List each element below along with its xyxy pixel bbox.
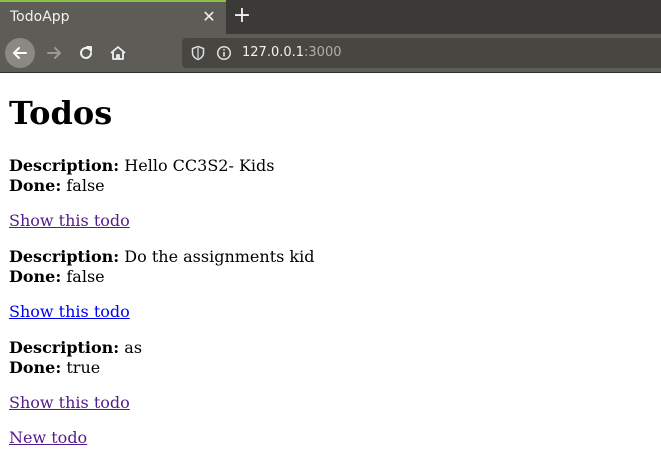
navigation-bar: 127.0.0.1:3000: [0, 34, 661, 73]
todo-item: Description: Do the assignments kid Done…: [9, 247, 314, 287]
todo-item: Description: Hello CC3S2- Kids Done: fal…: [9, 156, 274, 196]
show-todo-link[interactable]: Show this todo: [9, 302, 130, 322]
new-tab-icon[interactable]: +: [230, 3, 254, 29]
show-todo-link[interactable]: Show this todo: [9, 393, 130, 413]
reload-button[interactable]: [71, 38, 101, 68]
new-todo-link[interactable]: New todo: [9, 428, 87, 448]
url-text[interactable]: 127.0.0.1:3000: [242, 45, 342, 60]
todo-done: true: [66, 358, 101, 377]
home-button[interactable]: [103, 38, 133, 68]
done-label: Done:: [9, 267, 62, 286]
todo-done: false: [66, 176, 105, 195]
forward-button[interactable]: [39, 38, 69, 68]
description-label: Description:: [9, 156, 120, 175]
description-label: Description:: [9, 338, 120, 357]
browser-tab[interactable]: TodoApp ✕: [0, 0, 226, 34]
shield-icon[interactable]: [190, 45, 206, 61]
page-title: Todos: [9, 94, 113, 132]
todo-item: Description: as Done: true: [9, 338, 142, 378]
tab-strip: TodoApp ✕ +: [0, 0, 661, 34]
forward-arrow-icon: [47, 47, 61, 59]
tab-title: TodoApp: [10, 9, 70, 25]
description-label: Description:: [9, 247, 120, 266]
back-arrow-icon: [13, 47, 27, 59]
todo-description: Hello CC3S2- Kids: [124, 156, 275, 175]
reload-icon: [80, 46, 92, 59]
address-bar[interactable]: 127.0.0.1:3000: [182, 38, 661, 68]
show-todo-link[interactable]: Show this todo: [9, 211, 130, 231]
info-icon[interactable]: [216, 45, 232, 61]
done-label: Done:: [9, 176, 62, 195]
todo-done: false: [66, 267, 105, 286]
url-host: 127.0.0.1: [242, 45, 305, 60]
close-icon[interactable]: ✕: [201, 9, 217, 25]
url-port: :3000: [304, 45, 342, 60]
todo-description: Do the assignments kid: [124, 247, 315, 266]
home-icon: [110, 46, 126, 60]
done-label: Done:: [9, 358, 62, 377]
back-button[interactable]: [5, 38, 35, 68]
todo-description: as: [124, 338, 143, 357]
